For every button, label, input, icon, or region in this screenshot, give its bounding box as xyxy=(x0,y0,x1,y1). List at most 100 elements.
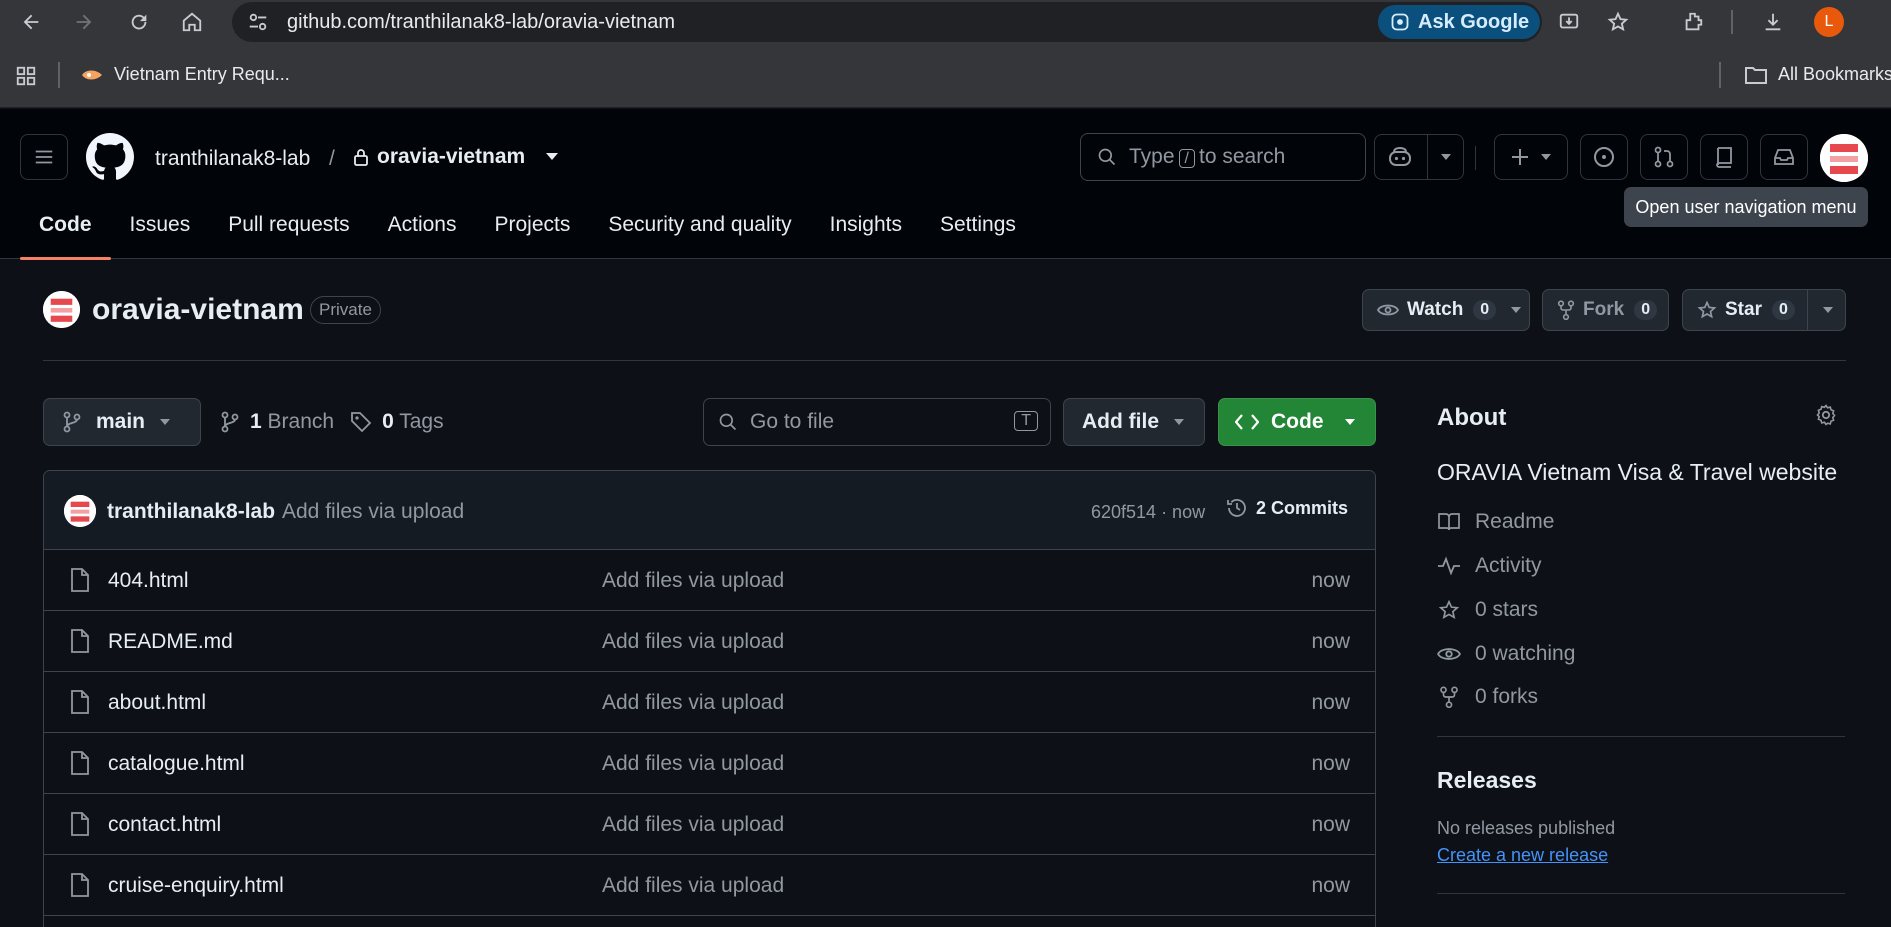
repositories-button[interactable] xyxy=(1700,134,1748,180)
reload-icon[interactable] xyxy=(121,4,157,40)
caret-down-icon xyxy=(160,419,171,425)
file-commit-message[interactable]: Add files via upload xyxy=(602,874,784,898)
issues-button[interactable] xyxy=(1580,134,1628,180)
table-row[interactable]: cruise-enquiry.html Add files via upload… xyxy=(44,855,1375,916)
table-row[interactable]: 404.html Add files via upload now xyxy=(44,550,1375,611)
install-icon[interactable] xyxy=(1551,4,1587,40)
tab-pull-requests[interactable]: Pull requests xyxy=(209,205,368,259)
caret-down-icon[interactable] xyxy=(1822,306,1834,314)
search-input[interactable]: Type / to search xyxy=(1080,133,1366,181)
commits-link[interactable]: 2 Commits xyxy=(1226,497,1348,519)
bookmark-item[interactable]: Vietnam Entry Requ... xyxy=(80,64,290,85)
tab-code[interactable]: Code xyxy=(20,205,111,260)
commit-author-avatar[interactable] xyxy=(64,495,96,527)
branches-link[interactable]: 1 Branch xyxy=(250,410,334,434)
file-name[interactable]: cruise-enquiry.html xyxy=(108,874,284,898)
file-name[interactable]: 404.html xyxy=(108,569,189,593)
file-name[interactable]: about.html xyxy=(108,691,206,715)
watching-link[interactable]: 0 watching xyxy=(1437,642,1575,666)
table-row[interactable]: about.html Add files via upload now xyxy=(44,672,1375,733)
tab-security[interactable]: Security and quality xyxy=(589,205,810,259)
fork-icon xyxy=(1557,300,1575,320)
file-name[interactable]: README.md xyxy=(108,630,233,654)
forward-icon[interactable] xyxy=(66,4,102,40)
caret-down-icon xyxy=(1511,307,1522,313)
file-time: now xyxy=(1311,691,1350,714)
inbox-button[interactable] xyxy=(1760,134,1808,180)
all-bookmarks-label: All Bookmarks xyxy=(1778,64,1891,84)
file-commit-message[interactable]: Add files via upload xyxy=(602,813,784,837)
download-icon[interactable] xyxy=(1755,4,1791,40)
star-icon xyxy=(1697,300,1717,319)
inbox-icon xyxy=(1774,149,1794,165)
go-to-file-input[interactable]: Go to file T xyxy=(703,398,1051,446)
star-icon xyxy=(1438,599,1460,619)
commit-author[interactable]: tranthilanak8-lab xyxy=(107,500,275,524)
extensions-icon[interactable] xyxy=(1675,4,1711,40)
stars-link[interactable]: 0 stars xyxy=(1437,598,1538,622)
tab-actions[interactable]: Actions xyxy=(369,205,476,259)
table-row[interactable]: README.md Add files via upload now xyxy=(44,611,1375,672)
fork-label: Fork xyxy=(1583,299,1625,320)
activity-label: Activity xyxy=(1475,554,1542,577)
profile-avatar[interactable]: L xyxy=(1814,7,1844,37)
table-row[interactable]: catalogue.html Add files via upload now xyxy=(44,733,1375,794)
pull-requests-button[interactable] xyxy=(1640,134,1688,180)
commit-message[interactable]: Add files via upload xyxy=(282,500,464,524)
repo-title[interactable]: oravia-vietnam xyxy=(92,293,304,327)
bookmark-star-icon[interactable] xyxy=(1600,4,1636,40)
releases-heading[interactable]: Releases xyxy=(1437,767,1537,794)
file-commit-message[interactable]: Add files via upload xyxy=(602,752,784,776)
copilot-button[interactable] xyxy=(1374,134,1464,180)
ask-google-button[interactable]: Ask Google xyxy=(1378,5,1540,39)
back-icon[interactable] xyxy=(13,4,49,40)
watch-button[interactable]: Watch 0 xyxy=(1362,289,1530,331)
repo-owner-avatar[interactable] xyxy=(43,291,80,328)
tab-settings[interactable]: Settings xyxy=(921,205,1035,259)
file-commit-message[interactable]: Add files via upload xyxy=(602,569,784,593)
table-row[interactable]: contact.html Add files via upload now xyxy=(44,794,1375,855)
copilot-icon xyxy=(1388,146,1411,166)
bookmark-divider xyxy=(58,62,60,88)
tags-link[interactable]: 0 Tags xyxy=(382,410,444,434)
gear-icon[interactable] xyxy=(1814,403,1838,427)
all-bookmarks[interactable]: All Bookmarks xyxy=(1744,64,1891,85)
file-name[interactable]: contact.html xyxy=(108,813,221,837)
tab-issues[interactable]: Issues xyxy=(111,205,210,259)
caret-down-icon[interactable] xyxy=(545,152,559,162)
github-logo-icon[interactable] xyxy=(86,133,134,181)
global-menu-button[interactable] xyxy=(20,134,68,180)
file-icon xyxy=(71,568,89,592)
file-icon xyxy=(71,751,89,775)
create-release-link[interactable]: Create a new release xyxy=(1437,845,1608,866)
tab-projects[interactable]: Projects xyxy=(475,205,589,259)
url-text[interactable]: github.com/tranthilanak8-lab/oravia-viet… xyxy=(287,11,675,34)
file-commit-message[interactable]: Add files via upload xyxy=(602,691,784,715)
repo-name-link[interactable]: oravia-vietnam xyxy=(353,145,559,169)
create-new-button[interactable] xyxy=(1494,134,1568,180)
apps-grid-icon[interactable] xyxy=(8,58,44,94)
star-button[interactable]: Star 0 xyxy=(1682,289,1846,331)
file-icon xyxy=(71,629,89,653)
site-info-icon[interactable] xyxy=(240,4,276,40)
forks-link[interactable]: 0 forks xyxy=(1437,685,1538,709)
file-commit-message[interactable]: Add files via upload xyxy=(602,630,784,654)
readme-link[interactable]: Readme xyxy=(1437,510,1554,534)
fork-button[interactable]: Fork 0 xyxy=(1542,289,1669,331)
code-button[interactable]: Code xyxy=(1218,398,1376,446)
file-name[interactable]: catalogue.html xyxy=(108,752,245,776)
repo-owner-link[interactable]: tranthilanak8-lab xyxy=(155,147,310,171)
header-divider xyxy=(1475,146,1476,170)
commit-hash[interactable]: 620f514 · now xyxy=(1091,502,1205,523)
folder-icon xyxy=(1745,66,1767,84)
readme-label: Readme xyxy=(1475,510,1555,533)
user-avatar[interactable] xyxy=(1820,134,1868,182)
tab-insights[interactable]: Insights xyxy=(811,205,921,259)
activity-link[interactable]: Activity xyxy=(1437,554,1542,578)
add-file-button[interactable]: Add file xyxy=(1063,398,1205,446)
branch-selector[interactable]: main xyxy=(43,398,201,446)
history-icon xyxy=(1227,499,1246,517)
go-to-file-placeholder: Go to file xyxy=(750,410,835,433)
home-icon[interactable] xyxy=(174,4,210,40)
branch-count: 1 xyxy=(250,410,262,433)
